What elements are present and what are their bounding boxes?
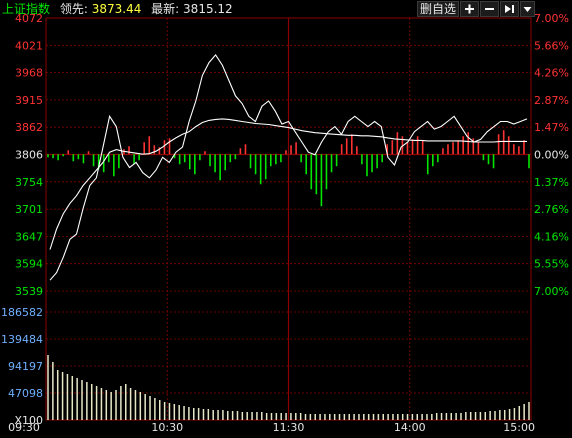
price-tick-label: 3968 xyxy=(15,67,43,80)
plus-icon xyxy=(465,4,474,14)
percent-tick-label: 2.76% xyxy=(534,203,569,216)
latest-label: 最新: xyxy=(151,2,180,16)
time-tick-label: 10:30 xyxy=(151,421,183,434)
price-tick-label: 3594 xyxy=(15,258,43,271)
dropdown-arrow-icon xyxy=(523,7,532,12)
percent-tick-label: 2.87% xyxy=(534,94,569,107)
price-tick-label: 3862 xyxy=(15,121,43,134)
intraday-chart-window: 4072 4021 3968 3915 3862 3806 3754 3701 3647 3594… xyxy=(0,0,572,434)
percent-tick-label: 5.55% xyxy=(534,258,569,271)
volume-tick-label: 47098 xyxy=(8,387,43,400)
price-tick-label: 3701 xyxy=(15,203,43,216)
percent-tick-label: 7.00% xyxy=(534,285,569,298)
time-tick-label: 15:00 xyxy=(503,421,535,434)
chart-menu-button[interactable] xyxy=(520,1,535,17)
minus-icon xyxy=(485,8,494,10)
price-tick-label: 4021 xyxy=(15,39,43,52)
zoom-in-button[interactable] xyxy=(460,1,479,17)
price-tick-label: 3754 xyxy=(15,176,43,189)
time-tick-label: 11:30 xyxy=(273,421,305,434)
percent-tick-label: 4.26% xyxy=(534,67,569,80)
volume-tick-label: 139484 xyxy=(1,333,43,346)
lead-label: 领先: xyxy=(59,2,88,16)
chart-grid xyxy=(45,17,532,421)
time-tick-label: 09:30 xyxy=(8,421,40,434)
volume-tick-label: 94197 xyxy=(8,360,43,373)
zoom-out-button[interactable] xyxy=(480,1,499,17)
price-tick-label: 3915 xyxy=(15,94,43,107)
time-tick-label: 14:00 xyxy=(394,421,426,434)
skip-end-icon xyxy=(505,5,514,13)
header-bar: 上证指数 领先: 3873.44 最新: 3815.12 xyxy=(2,0,233,18)
percent-tick-label: 4.16% xyxy=(534,230,569,243)
jump-to-end-button[interactable] xyxy=(500,1,519,17)
intraday-chart[interactable]: 4072402139683915386238063754370136473594… xyxy=(0,0,572,434)
percent-tick-label: 1.47% xyxy=(534,121,569,134)
price-tick-label: 3806 xyxy=(15,149,43,162)
volume-tick-label: 186582 xyxy=(1,306,43,319)
percent-tick-label: 1.37% xyxy=(534,176,569,189)
index-title: 上证指数 xyxy=(2,2,51,16)
price-tick-label: 3539 xyxy=(15,285,43,298)
percent-tick-label: 7.00% xyxy=(534,12,569,25)
remove-watchlist-button[interactable]: 删自选 xyxy=(417,1,459,17)
lead-value: 3873.44 xyxy=(91,2,142,16)
percent-tick-label: 5.66% xyxy=(534,39,569,52)
axis-labels: 4072402139683915386238063754370136473594… xyxy=(1,12,569,434)
price-tick-label: 3647 xyxy=(15,230,43,243)
latest-value: 3815.12 xyxy=(183,2,233,16)
percent-tick-label: 0.00% xyxy=(534,149,569,162)
